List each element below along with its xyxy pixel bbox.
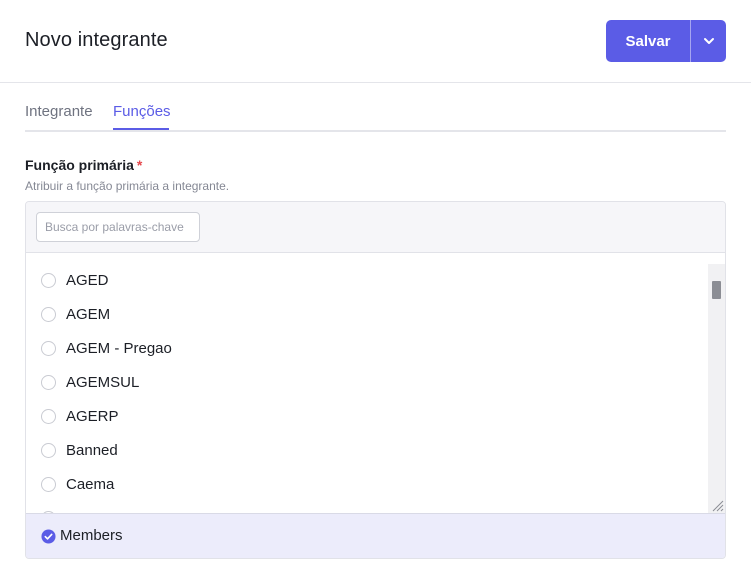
radio-button[interactable] — [41, 374, 56, 390]
selected-role-bar: Members — [26, 513, 725, 558]
save-options-button[interactable] — [691, 20, 726, 62]
tab-funcoes[interactable]: Funções — [113, 103, 171, 120]
radio-button[interactable] — [41, 272, 56, 288]
selected-role-label: Members — [60, 527, 123, 544]
scrollbar-track[interactable] — [708, 264, 725, 514]
option-label: AGED — [66, 271, 109, 289]
option-label: AGERP — [66, 407, 119, 425]
list-item[interactable]: AGEM — [26, 297, 706, 331]
chevron-down-icon — [703, 38, 714, 44]
list-item[interactable]: AGERP — [26, 399, 706, 433]
field-label-text: Função primária — [25, 157, 134, 173]
radio-button[interactable] — [41, 306, 56, 322]
radio-button[interactable] — [41, 408, 56, 424]
list-item[interactable]: AGEMSUL — [26, 365, 706, 399]
field-label: Função primária * — [25, 157, 142, 173]
field-help-text: Atribuir a função primária a integrante. — [25, 179, 230, 193]
radio-button[interactable] — [41, 340, 56, 356]
page-header: Novo integrante Salvar — [0, 0, 751, 83]
option-label: AGEMSUL — [66, 373, 140, 391]
list-item[interactable]: Banned — [26, 433, 706, 467]
radio-button[interactable] — [41, 476, 56, 492]
role-select-panel: AGED AGEM AGEM - Pregao AGEMSUL AGERP Ba… — [25, 201, 726, 559]
list-item[interactable]: Caema — [26, 467, 706, 501]
scrollbar-thumb[interactable] — [712, 281, 721, 299]
tab-bar: Integrante Funções — [25, 100, 726, 132]
option-label: AGEM — [66, 305, 111, 323]
list-item[interactable]: AGED — [26, 263, 706, 297]
option-label: Banned — [66, 441, 118, 459]
active-tab-indicator — [113, 128, 169, 130]
search-input[interactable] — [36, 212, 200, 242]
required-marker: * — [136, 157, 143, 173]
check-circle-icon — [41, 529, 56, 544]
save-button-group: Salvar — [606, 20, 726, 62]
search-bar — [26, 202, 725, 253]
option-list[interactable]: AGED AGEM AGEM - Pregao AGEMSUL AGERP Ba… — [26, 254, 725, 514]
resize-handle-icon[interactable] — [710, 498, 724, 512]
page-title: Novo integrante — [25, 29, 168, 51]
save-button[interactable]: Salvar — [606, 20, 690, 62]
option-label: Caema — [66, 475, 115, 493]
option-label: AGEM - Pregao — [66, 339, 172, 357]
radio-button[interactable] — [41, 442, 56, 458]
list-item[interactable]: AGEM - Pregao — [26, 331, 706, 365]
tab-integrante[interactable]: Integrante — [25, 103, 93, 120]
